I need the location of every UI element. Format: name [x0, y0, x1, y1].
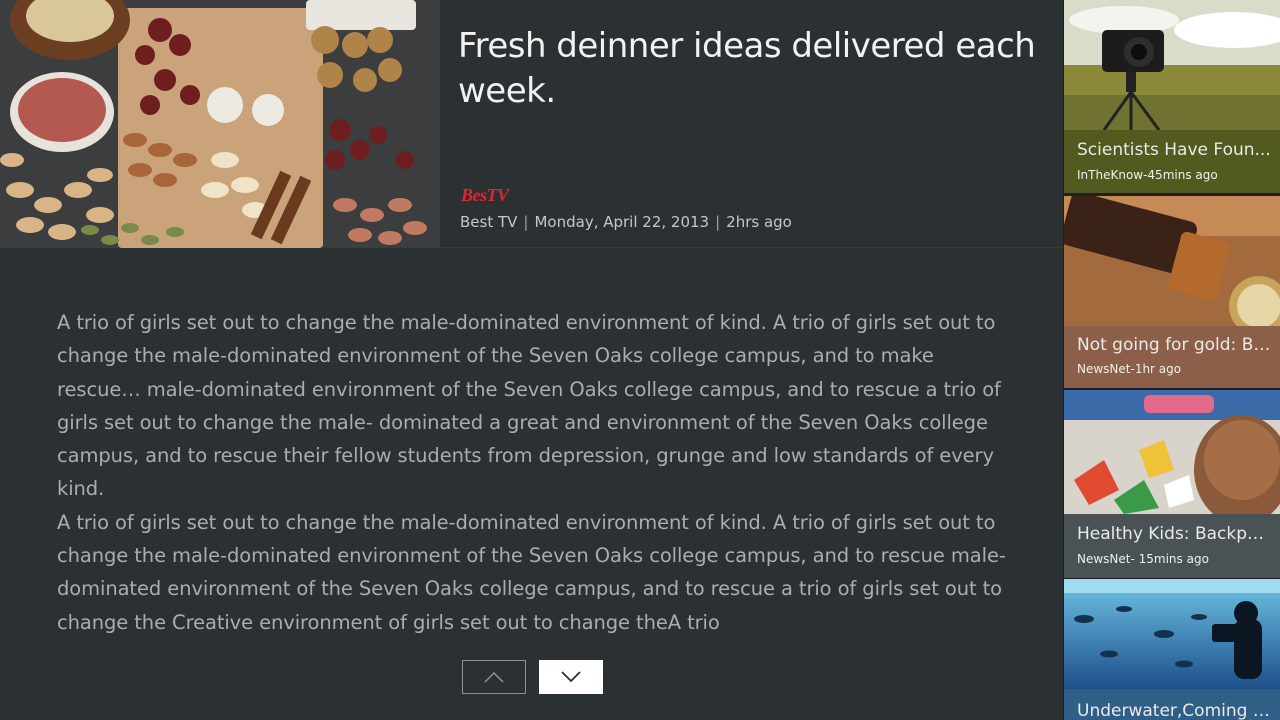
related-story-card[interactable]: Scientists Have Foun... InTheKnow-45mins… — [1064, 0, 1280, 193]
related-story-card[interactable]: Underwater,Coming soo... — [1064, 579, 1280, 720]
divider — [440, 247, 1062, 248]
underwater-diver-image — [1064, 579, 1280, 689]
meta-separator: | — [715, 213, 721, 231]
article-image — [0, 0, 440, 248]
story-source: NewsNet- 15mins ago — [1077, 552, 1209, 566]
story-thumbnail — [1064, 196, 1280, 326]
source-logo: BesTV — [461, 185, 509, 205]
story-caption: Underwater,Coming soo... — [1064, 689, 1280, 720]
story-thumbnail — [1064, 0, 1280, 130]
chevron-down-icon — [561, 671, 581, 683]
page-up-button[interactable] — [462, 660, 526, 694]
story-thumbnail — [1064, 579, 1280, 689]
story-thumbnail — [1064, 390, 1280, 514]
article-paragraph: A trio of girls set out to change the ma… — [57, 311, 1001, 501]
story-title: Not going for gold: British — [1077, 335, 1273, 355]
story-caption: Not going for gold: British NewsNet-1hr … — [1064, 326, 1280, 388]
story-caption: Healthy Kids: Backpack S... NewsNet- 15m… — [1064, 514, 1280, 578]
story-source: NewsNet-1hr ago — [1077, 362, 1182, 376]
meta-separator: | — [523, 213, 529, 231]
story-source: InTheKnow-45mins ago — [1077, 168, 1218, 182]
source-name: Best TV — [460, 213, 518, 231]
story-caption: Scientists Have Foun... InTheKnow-45mins… — [1064, 130, 1280, 193]
publish-date: Monday, April 22, 2013 — [534, 213, 710, 231]
telescope-compass-image — [1064, 196, 1280, 326]
chevron-up-icon — [484, 671, 504, 683]
story-title: Healthy Kids: Backpack S... — [1077, 524, 1273, 544]
related-story-card[interactable]: Healthy Kids: Backpack S... NewsNet- 15m… — [1064, 390, 1280, 578]
camera-on-tripod-image — [1064, 0, 1280, 130]
story-title: Underwater,Coming soo... — [1077, 701, 1273, 720]
article-headline: Fresh deinner ideas delivered each week. — [458, 26, 1036, 111]
article-body[interactable]: A trio of girls set out to change the ma… — [57, 306, 1017, 640]
kids-crafts-image — [1064, 390, 1280, 514]
article-meta: Best TV | Monday, April 22, 2013 | 2hrs ago — [460, 213, 792, 231]
article-age: 2hrs ago — [726, 213, 792, 231]
story-title: Scientists Have Foun... — [1077, 140, 1271, 160]
food-collage-image — [0, 0, 440, 248]
page-down-button[interactable] — [539, 660, 603, 694]
related-story-card[interactable]: Not going for gold: British NewsNet-1hr … — [1064, 196, 1280, 388]
article-paragraph: A trio of girls set out to change the ma… — [57, 510, 1006, 634]
